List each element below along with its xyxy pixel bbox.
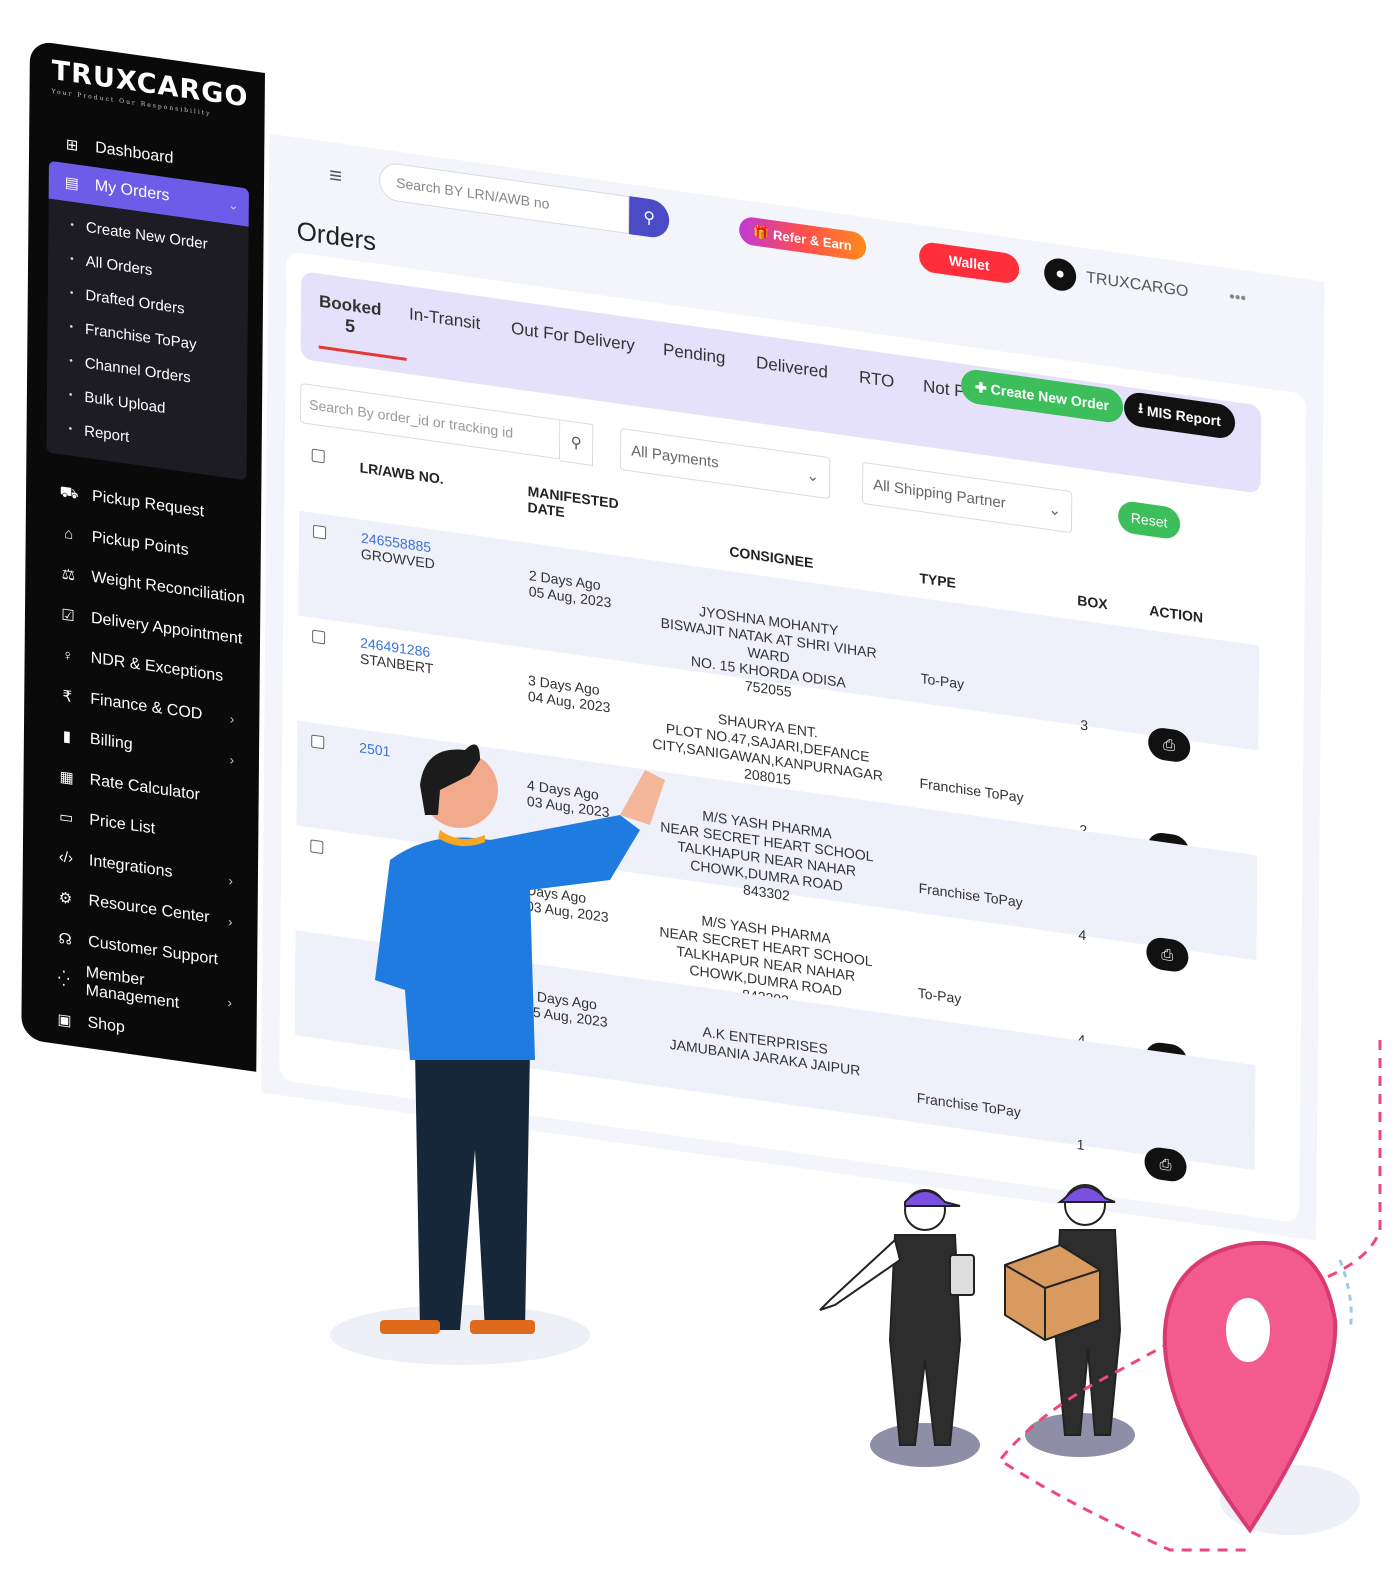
menu-toggle-icon[interactable]: ≡ [329,162,342,190]
mis-label: MIS Report [1146,402,1221,430]
tab-rto[interactable]: RTO [859,367,894,392]
header-box: BOX [1077,592,1108,613]
header-action: ACTION [1149,602,1204,626]
type-cell: Franchise ToPay [919,774,1024,806]
page-title: Orders [296,215,377,257]
chevron-down-icon: ⌄ [1048,501,1062,520]
sidebar-item-label: Dashboard [95,139,174,168]
chevron-right-icon: › [228,913,233,930]
tab-pending[interactable]: Pending [663,340,726,369]
man-legs [415,1050,530,1330]
bar-chart-icon: ▮ [62,727,72,747]
man-hand [620,770,665,825]
download-icon: ⭳ [1138,399,1144,417]
row-checkbox[interactable] [312,629,326,645]
members-icon: ⁛ [57,970,70,989]
more-options-icon[interactable]: ••• [1229,288,1246,308]
payments-select[interactable]: All Payments ⌄ [619,427,831,500]
row-checkbox[interactable] [312,524,327,540]
refer-earn-label: Refer & Earn [772,226,852,253]
left-shoe [380,1320,440,1334]
type-cell: Franchise ToPay [918,879,1023,911]
man-shirt [375,815,640,1060]
lightbulb-icon: ♀ [61,646,74,665]
scale-icon: ⚖ [61,565,76,585]
briefcase-icon: ▣ [57,1010,72,1030]
worker-left-arm [819,1238,902,1311]
card-icon: ▭ [59,808,74,828]
gift-icon: 🎁 [753,223,770,241]
gear-icon: ⚙ [58,889,73,909]
search-icon: ⚲ [570,433,582,453]
chevron-right-icon: › [229,751,235,768]
header-consignee: CONSIGNEE [729,543,814,571]
sidebar-item-label: Pickup Points [91,528,189,560]
header-awb: LR/AWB NO. [359,459,444,488]
rupee-icon: ₹ [62,687,73,706]
type-cell: To-Pay [920,670,965,693]
header-search-button[interactable]: ⚲ [629,196,670,240]
man-illustration [330,744,665,1365]
calculator-icon: ▦ [59,767,74,787]
active-tab-underline [318,345,407,361]
wallet-button[interactable]: Wallet [919,240,1020,285]
header-search-input[interactable]: Search BY LRN/AWB no [379,161,630,235]
chevron-down-icon: ⌄ [227,196,239,214]
shipping-partner-value: All Shipping Partner [873,475,1006,512]
headset-icon: ☊ [58,929,72,949]
signal-wave [1338,1259,1353,1331]
tab-booked[interactable]: Booked 5 [318,292,407,361]
my-orders-submenu: Create New Order All Orders Drafted Orde… [46,198,249,481]
plus-icon: ✚ [975,378,987,396]
sidebar-item-label: Billing [89,730,133,754]
refer-earn-button[interactable]: 🎁 Refer & Earn [739,215,866,262]
header-manifested: MANIFESTED DATE [527,482,619,521]
tab-delivered[interactable]: Delivered [756,353,828,383]
reset-button[interactable]: Reset [1118,499,1181,541]
sidebar-item-label: Rate Calculator [89,771,200,804]
type-cell: To-Pay [917,984,962,1007]
chevron-right-icon: › [229,711,235,727]
sidebar-nav: ⊞ Dashboard ▤ My Orders ⌄ Create New Ord… [41,123,249,1065]
sidebar-item-label: Resource Center [88,892,210,927]
tab-out-for-delivery[interactable]: Out For Delivery [511,319,635,356]
shipping-partner-select[interactable]: All Shipping Partner ⌄ [861,461,1073,534]
map-pin-hole [1226,1298,1270,1362]
calendar-check-icon: ☑ [61,606,75,626]
sidebar-item-label: My Orders [94,177,170,205]
payments-value: All Payments [631,441,719,472]
tab-in-transit[interactable]: In-Transit [409,304,480,334]
grid-icon: ⊞ [65,136,79,155]
sidebar-item-label: Customer Support [88,932,219,969]
user-menu[interactable]: ● TRUXCARGO [1044,256,1189,308]
sidebar: TRUXCARGO Your Product Our Responsibilit… [21,40,265,1072]
worker-shadow-left [870,1423,980,1467]
search-icon: ⚲ [643,209,656,228]
sidebar-lower-nav: ⛟ Pickup Request ⌂ Pickup Points ⚖ Weight R… [41,470,246,1064]
sidebar-item-label: Integrations [88,852,173,881]
code-icon: ‹/› [58,848,74,868]
user-avatar-icon: ● [1044,256,1077,293]
chevron-right-icon: › [228,873,233,889]
sidebar-item-label: Shop [87,1013,125,1037]
chevron-right-icon: › [227,994,232,1011]
location-pin-illustration [997,1040,1382,1552]
header-type: TYPE [919,569,957,591]
orders-icon: ▤ [64,173,79,193]
user-name: TRUXCARGO [1086,269,1189,301]
order-search-button[interactable]: ⚲ [559,419,594,467]
chevron-down-icon: ⌄ [806,467,820,486]
sidebar-item-label: Finance & COD [90,690,203,723]
sidebar-item-label: Pickup Request [92,487,205,521]
truck-icon: ⛟ [59,482,79,503]
right-shoe [470,1320,535,1334]
clipboard-icon [949,1254,975,1296]
select-all-checkbox[interactable] [311,448,325,464]
logo[interactable]: TRUXCARGO Your Product Our Responsibilit… [52,55,249,123]
bank-icon: ⌂ [64,525,74,544]
sidebar-item-label: Price List [89,811,156,838]
